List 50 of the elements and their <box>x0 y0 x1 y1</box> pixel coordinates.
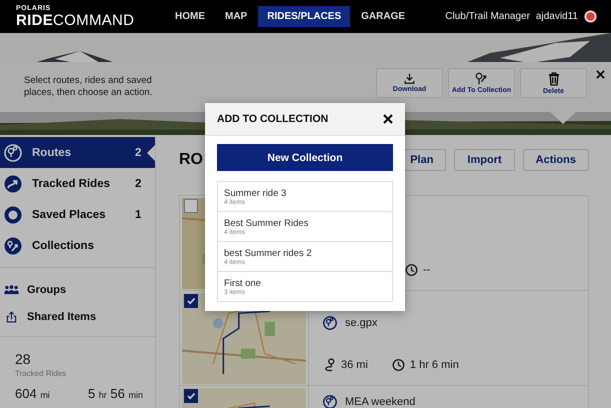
arrow-circle-icon <box>4 174 22 192</box>
share-icon <box>4 310 19 322</box>
row-checkbox[interactable] <box>184 294 198 308</box>
sidebar-item[interactable]: Saved Places 1 <box>0 199 155 230</box>
stat-label: Tracked Rides <box>15 369 68 378</box>
close-icon[interactable] <box>383 114 393 124</box>
distance-total: 604 mi <box>15 386 50 401</box>
clock-icon <box>405 263 418 277</box>
checkmark-icon <box>186 391 196 401</box>
download-icon <box>404 73 415 84</box>
sidebar-link[interactable]: Shared Items <box>4 303 155 330</box>
route-distance: 36 mi <box>341 359 368 371</box>
toolbar-button[interactable]: Actions <box>522 149 589 171</box>
sidebar-item[interactable]: Tracked Rides 2 <box>0 168 155 199</box>
nav-tab[interactable]: MAP <box>216 6 256 27</box>
ring-icon <box>4 206 22 224</box>
section-heading: RO <box>179 151 203 169</box>
route-duration: 1 hr 6 min <box>410 359 459 371</box>
row-checkbox[interactable] <box>184 199 198 213</box>
distance-icon <box>323 358 336 372</box>
row-checkbox[interactable] <box>184 389 198 403</box>
dialog-title: ADD TO COLLECTION <box>217 113 328 125</box>
collection-icon <box>4 236 22 254</box>
nav-tab[interactable]: GARAGE <box>352 6 414 27</box>
sidebar-link[interactable]: Groups <box>4 276 155 303</box>
nav-tab[interactable]: HOME <box>166 6 214 27</box>
stat-value: 28 <box>15 351 32 367</box>
sidebar-item[interactable]: Collections <box>0 230 155 261</box>
user-name[interactable]: ajdavid11 <box>536 11 578 22</box>
manager-link[interactable]: Club/Trail Manager <box>445 11 530 22</box>
checkmark-icon <box>186 296 196 306</box>
toolbar-button[interactable]: Import <box>454 149 515 171</box>
route-pin-icon <box>4 144 22 162</box>
pin-arrow-icon <box>475 72 488 85</box>
route-name[interactable]: MEA weekend <box>345 396 416 408</box>
time-total: 5 hr 56 min <box>88 386 143 401</box>
new-collection-button[interactable]: New Collection <box>217 144 393 171</box>
action-hint: Select routes, rides and saved places, then choose an action. <box>24 75 154 99</box>
avatar-icon[interactable] <box>584 10 597 23</box>
trash-icon <box>548 72 560 86</box>
route-duration: -- <box>423 264 430 276</box>
sidebar-item[interactable]: Routes 2 <box>0 137 155 168</box>
route-pin-icon <box>323 316 337 330</box>
route-pin-icon <box>323 395 337 408</box>
people-icon <box>4 284 19 296</box>
nav-tab[interactable]: RIDES/PLACES <box>258 6 350 27</box>
close-icon[interactable] <box>596 70 605 79</box>
route-name[interactable]: se.gpx <box>345 317 378 329</box>
clock-icon <box>392 358 405 372</box>
brand-logo[interactable]: RIDECOMMAND <box>16 13 166 28</box>
